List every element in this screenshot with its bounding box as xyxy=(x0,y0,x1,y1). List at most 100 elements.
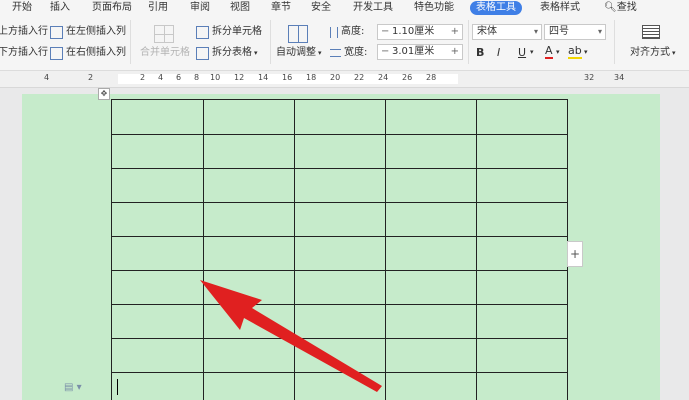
paragraph-layout-icon[interactable]: ▤ ▾ xyxy=(64,382,82,393)
table-row-border xyxy=(111,338,568,339)
italic-button[interactable]: I xyxy=(497,46,500,60)
highlighter-icon: ab xyxy=(568,44,582,57)
insert-col-left-icon xyxy=(50,25,63,39)
ruler-number: 28 xyxy=(426,73,437,82)
ribbon: 上方插入行 在左侧插入列 下方插入行 在右侧插入列 合并单元格 拆分单元格 拆分… xyxy=(0,16,689,71)
merge-cells-button[interactable]: 合并单元格 xyxy=(140,46,190,60)
height-icon xyxy=(330,26,338,38)
insert-col-right-button[interactable]: 在右侧插入列 xyxy=(50,46,126,60)
ruler-number: 10 xyxy=(210,73,221,82)
width-stepper[interactable]: − 3.01厘米 + xyxy=(377,44,463,60)
ruler-number: 20 xyxy=(330,73,341,82)
height-label-text: 高度: xyxy=(341,26,365,37)
align-icon xyxy=(642,25,660,39)
align-label: 对齐方式 xyxy=(630,47,670,58)
menu-search-label: 查找 xyxy=(616,2,637,13)
chevron-down-icon: ▾ xyxy=(597,27,602,36)
menu-security[interactable]: 安全 xyxy=(311,0,331,16)
ruler-number: 14 xyxy=(258,73,269,82)
highlight-button[interactable]: ab xyxy=(568,45,582,59)
ruler-number: 8 xyxy=(194,73,200,82)
auto-adjust-icon xyxy=(288,25,308,43)
minus-icon[interactable]: − xyxy=(381,45,389,59)
plus-icon[interactable]: + xyxy=(451,45,459,59)
menu-review[interactable]: 审阅 xyxy=(190,0,210,16)
table-move-handle[interactable]: ✥ xyxy=(98,88,110,100)
plus-icon[interactable]: + xyxy=(451,25,459,39)
menu-bar: 开始 插入 页面布局 引用 审阅 视图 章节 安全 开发工具 特色功能 表格工具… xyxy=(0,0,689,16)
auto-adjust-label: 自动调整 xyxy=(276,47,316,58)
height-value: 1.10厘米 xyxy=(392,26,435,37)
underline-button[interactable]: U xyxy=(518,46,526,60)
chevron-down-icon: ▾ xyxy=(254,49,258,57)
chevron-down-icon: ▾ xyxy=(533,27,538,36)
table[interactable] xyxy=(111,99,568,400)
insert-row-below-button[interactable]: 下方插入行 xyxy=(0,46,48,60)
ruler-number: 18 xyxy=(306,73,317,82)
separator xyxy=(468,20,469,64)
ruler-number: 16 xyxy=(282,73,293,82)
menu-view[interactable]: 视图 xyxy=(230,0,250,16)
split-cells-icon xyxy=(196,25,209,39)
font-color-button[interactable]: A xyxy=(545,45,553,59)
chevron-down-icon: ▾ xyxy=(584,48,588,56)
table-col-border xyxy=(476,99,477,400)
ruler-number: 22 xyxy=(354,73,365,82)
menu-chapter[interactable]: 章节 xyxy=(271,0,291,16)
table-row-border xyxy=(111,202,568,203)
insert-col-right-label: 在右侧插入列 xyxy=(66,47,126,58)
width-icon xyxy=(330,49,341,57)
menu-insert[interactable]: 插入 xyxy=(50,0,70,16)
ruler-number: 24 xyxy=(378,73,389,82)
menu-features[interactable]: 特色功能 xyxy=(414,0,454,16)
menu-table-style[interactable]: 表格样式 xyxy=(540,0,580,16)
menu-table-tools[interactable]: 表格工具 xyxy=(470,1,522,15)
ruler-number: 26 xyxy=(402,73,413,82)
merge-cells-icon xyxy=(154,25,174,43)
ruler-number: 2 xyxy=(88,73,94,82)
bold-button[interactable]: B xyxy=(476,46,484,60)
split-table-label: 拆分表格 xyxy=(212,47,252,58)
split-cells-button[interactable]: 拆分单元格 xyxy=(196,25,262,39)
table-row-border xyxy=(111,134,568,135)
insert-row-below-label: 下方插入行 xyxy=(0,47,48,58)
ruler-number: 2 xyxy=(140,73,146,82)
font-size-value: 四号 xyxy=(549,26,569,37)
menu-developer[interactable]: 开发工具 xyxy=(353,0,393,16)
table-row-border xyxy=(111,168,568,169)
auto-adjust-button[interactable]: 自动调整 ▾ xyxy=(276,46,322,60)
chevron-down-icon: ▾ xyxy=(556,48,560,56)
chevron-down-icon: ▾ xyxy=(530,48,534,56)
menu-home[interactable]: 开始 xyxy=(12,0,32,16)
table-row-border xyxy=(111,236,568,237)
menu-references[interactable]: 引用 xyxy=(148,0,168,16)
ruler-number: 34 xyxy=(614,73,625,82)
text-cursor xyxy=(117,379,118,395)
insert-col-left-button[interactable]: 在左侧插入列 xyxy=(50,25,126,39)
add-column-button[interactable]: + xyxy=(567,241,583,267)
table-col-border xyxy=(111,99,112,400)
align-button[interactable]: 对齐方式 ▾ xyxy=(630,46,676,60)
split-cells-label: 拆分单元格 xyxy=(212,26,262,37)
width-label: 宽度: xyxy=(330,46,367,60)
split-table-button[interactable]: 拆分表格 ▾ xyxy=(196,46,258,60)
table-row-border xyxy=(111,372,568,373)
minus-icon[interactable]: − xyxy=(381,25,389,39)
insert-row-above-label: 上方插入行 xyxy=(0,26,48,37)
separator xyxy=(270,20,271,64)
insert-row-above-button[interactable]: 上方插入行 xyxy=(0,25,48,39)
separator xyxy=(614,20,615,64)
separator xyxy=(130,20,131,64)
table-col-border xyxy=(203,99,204,400)
insert-col-right-icon xyxy=(50,46,63,60)
width-value: 3.01厘米 xyxy=(392,46,435,57)
menu-search[interactable]: 🔍︎查找 xyxy=(604,0,637,16)
height-label: 高度: xyxy=(330,25,364,39)
ruler-number: 4 xyxy=(44,73,50,82)
font-size-select[interactable]: 四号 ▾ xyxy=(544,24,606,40)
menu-page-layout[interactable]: 页面布局 xyxy=(92,0,132,16)
font-name-select[interactable]: 宋体 ▾ xyxy=(472,24,542,40)
height-stepper[interactable]: − 1.10厘米 + xyxy=(377,24,463,40)
horizontal-ruler[interactable]: 4 2 2 4 6 8 10 12 14 16 18 20 22 24 26 2… xyxy=(0,71,689,88)
table-row-border xyxy=(111,99,568,100)
